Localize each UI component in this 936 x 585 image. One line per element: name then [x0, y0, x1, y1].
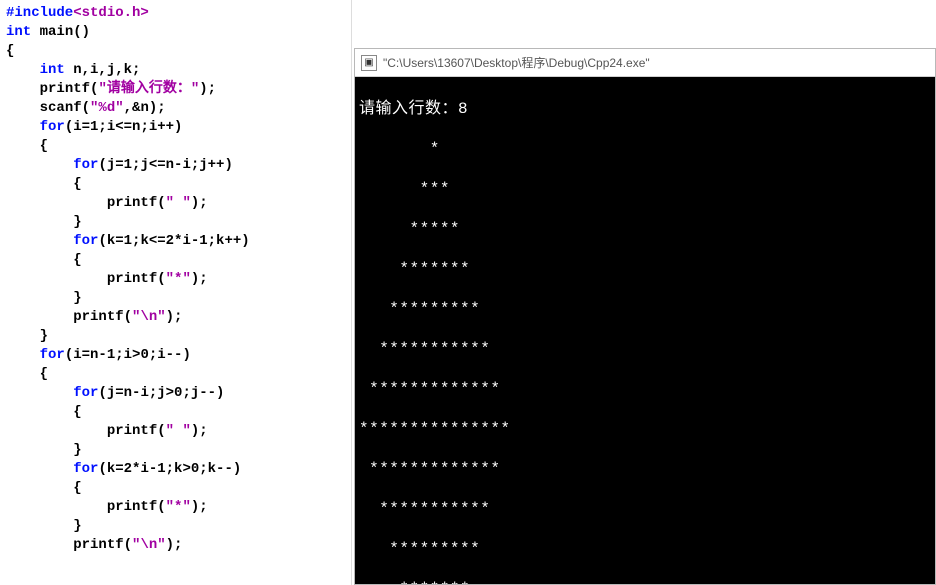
printf-nl-1: printf [73, 309, 123, 325]
printf-star-1: printf [107, 271, 157, 287]
blank-top [352, 0, 936, 48]
str-prompt: "请输入行数：" [98, 81, 199, 97]
star-row: *********** [359, 339, 931, 359]
printf-space-2: printf [107, 423, 157, 439]
str-nl-1: "\n" [132, 309, 166, 325]
pp-include: #include [6, 5, 73, 21]
printf-nl-2: printf [73, 537, 123, 553]
str-space-2: " " [166, 423, 191, 439]
brace-close-7: } [73, 518, 81, 534]
scanf: scanf [40, 100, 82, 116]
main-name: main() [31, 24, 90, 40]
star-row: *********** [359, 499, 931, 519]
str-space-1: " " [166, 195, 191, 211]
star-row: ************* [359, 379, 931, 399]
code-editor-pane[interactable]: #include<stdio.h> int main() { int n,i,j… [0, 0, 352, 585]
for-3: for [73, 233, 98, 249]
brace-open-1: { [6, 43, 14, 59]
for-2: for [73, 157, 98, 173]
pp-header: <stdio.h> [73, 5, 149, 21]
for3-cond: (k=1;k<=2*i-1;k++) [98, 233, 249, 249]
brace-open-4: { [73, 252, 81, 268]
for5-cond: (j=n-i;j>0;j--) [98, 385, 224, 401]
scanf-fmt: "%d" [90, 100, 124, 116]
console-title-bar[interactable]: ▣ "C:\Users\13607\Desktop\程序\Debug\Cpp24… [355, 49, 935, 77]
kw-int: int [6, 24, 31, 40]
console-output[interactable]: 请输入行数：8 * *** ***** ******* ********* **… [355, 77, 935, 584]
brace-open-5: { [40, 366, 48, 382]
brace-open-6: { [73, 404, 81, 420]
brace-close-2: } [40, 328, 48, 344]
for2-cond: (j=1;j<=n-i;j++) [98, 157, 232, 173]
var-decl: n,i,j,k; [65, 62, 141, 78]
for-1: for [40, 119, 65, 135]
scanf-arg: ,&n [124, 100, 149, 116]
str-star-2: "*" [166, 499, 191, 515]
code-content: #include<stdio.h> int main() { int n,i,j… [2, 4, 351, 555]
brace-close-3: } [73, 214, 81, 230]
kw-int-decl: int [40, 62, 65, 78]
for-5: for [73, 385, 98, 401]
brace-open-7: { [73, 480, 81, 496]
console-icon: ▣ [361, 55, 377, 71]
for6-cond: (k=2*i-1;k>0;k--) [98, 461, 241, 477]
star-row: ************* [359, 459, 931, 479]
star-row: ******* [359, 259, 931, 279]
brace-close-6: } [73, 442, 81, 458]
for1-cond: (i=1;i<=n;i++) [65, 119, 183, 135]
brace-open-3: { [73, 176, 81, 192]
printf-1: printf [40, 81, 90, 97]
printf-space-1: printf [107, 195, 157, 211]
console-title-path: "C:\Users\13607\Desktop\程序\Debug\Cpp24.e… [383, 54, 650, 71]
star-row: ********* [359, 539, 931, 559]
star-row: ******* [359, 579, 931, 584]
for4-cond: (i=n-1;i>0;i--) [65, 347, 191, 363]
for-4: for [40, 347, 65, 363]
star-row: ********* [359, 299, 931, 319]
console-prompt: 请输入行数：8 [359, 99, 931, 119]
str-star-1: "*" [166, 271, 191, 287]
star-row: * [359, 139, 931, 159]
star-row: *************** [359, 419, 931, 439]
str-nl-2: "\n" [132, 537, 166, 553]
brace-close-4: } [73, 290, 81, 306]
star-row: ***** [359, 219, 931, 239]
root: #include<stdio.h> int main() { int n,i,j… [0, 0, 936, 585]
star-row: *** [359, 179, 931, 199]
brace-open-2: { [40, 138, 48, 154]
printf-star-2: printf [107, 499, 157, 515]
console-area: ▣ "C:\Users\13607\Desktop\程序\Debug\Cpp24… [352, 0, 936, 585]
for-6: for [73, 461, 98, 477]
console-window[interactable]: ▣ "C:\Users\13607\Desktop\程序\Debug\Cpp24… [354, 48, 936, 585]
